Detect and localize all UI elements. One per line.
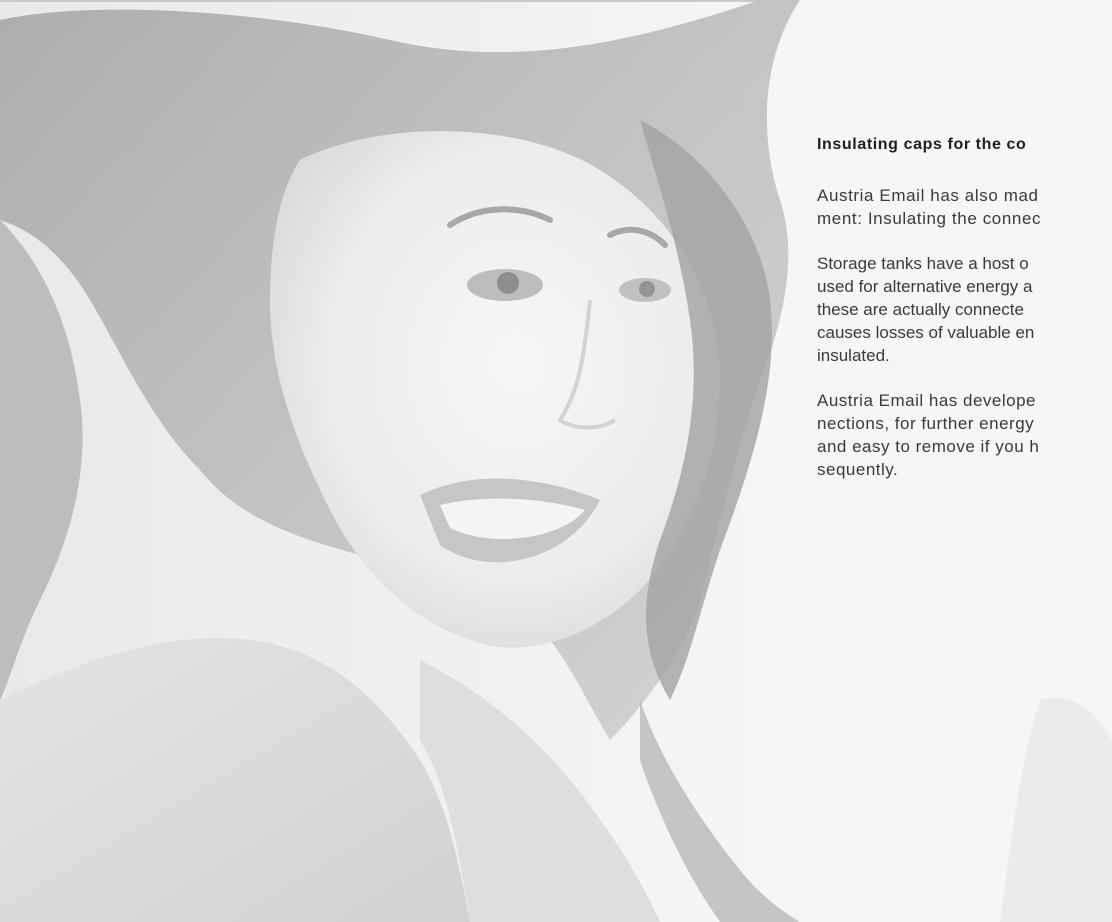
text-line: Austria Email has develope	[817, 391, 1037, 410]
text-line: Storage tanks have a host o	[817, 254, 1029, 273]
brochure-page: Insulating caps for the co Austria Email…	[0, 0, 1112, 922]
text-line: these are actually connecte	[817, 300, 1024, 319]
text-line: sequently.	[817, 460, 899, 479]
text-line: insulated.	[817, 346, 890, 365]
text-line: causes losses of valuable en	[817, 323, 1035, 342]
text-line: used for alternative energy a	[817, 277, 1033, 296]
text-line: and easy to remove if you h	[817, 437, 1040, 456]
paragraph-development: Austria Email has develope nections, for…	[817, 389, 1112, 481]
article-text: Insulating caps for the co Austria Email…	[817, 126, 1112, 481]
paragraph-storage-tanks: Storage tanks have a host o used for alt…	[817, 252, 1112, 367]
text-line: ment: Insulating the connec	[817, 209, 1042, 228]
paragraph-intro: Austria Email has also mad ment: Insulat…	[817, 184, 1112, 230]
text-line: Austria Email has also mad	[817, 186, 1039, 205]
text-line: nections, for further energy	[817, 414, 1035, 433]
section-heading: Insulating caps for the co	[817, 136, 1027, 153]
